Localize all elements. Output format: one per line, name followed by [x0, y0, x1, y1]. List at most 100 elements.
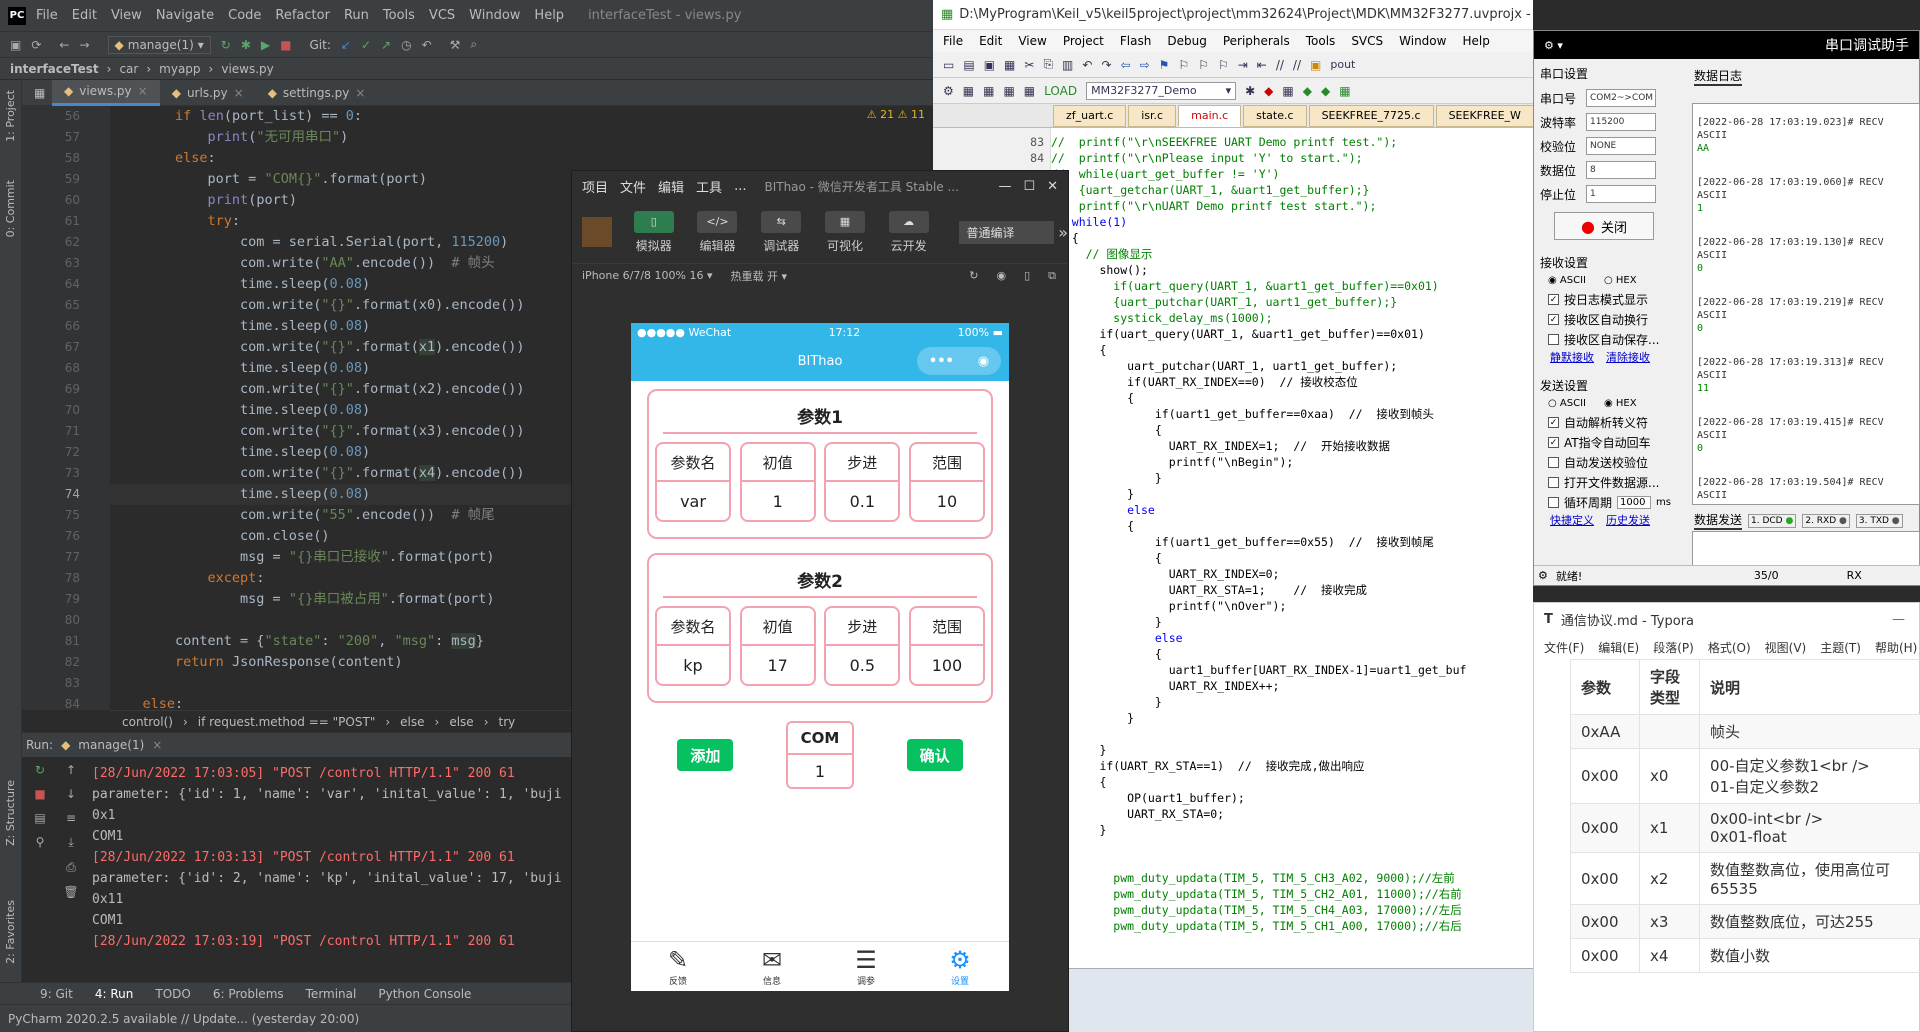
- menu-window[interactable]: Window: [1399, 34, 1446, 48]
- tab-info[interactable]: ✉ 信息: [725, 946, 819, 987]
- auto-checksum-checkbox[interactable]: 自动发送校验位: [1548, 452, 1688, 472]
- send-ascii-radio[interactable]: ○ ASCII: [1548, 398, 1586, 409]
- crumb-item[interactable]: else: [449, 715, 473, 729]
- menu-file[interactable]: File: [943, 34, 963, 48]
- tool-todo[interactable]: TODO: [155, 987, 190, 1001]
- tool-git[interactable]: 9: Git: [40, 987, 73, 1001]
- auto-wrap-checkbox[interactable]: ✓ 接收区自动换行: [1548, 309, 1688, 329]
- close-icon[interactable]: ×: [234, 86, 244, 100]
- run-config-select[interactable]: ◆ manage(1) ▾: [107, 35, 211, 54]
- menu-project[interactable]: 项目: [582, 177, 608, 196]
- status-text[interactable]: PyCharm 2020.2.5 available // Update... …: [8, 1012, 359, 1026]
- send-history-link[interactable]: 历史发送: [1606, 512, 1650, 528]
- menu-view[interactable]: 视图(V): [1765, 639, 1807, 656]
- breadcrumb-myapp[interactable]: myapp: [159, 62, 200, 76]
- menu-file[interactable]: File: [36, 8, 58, 23]
- param-cell-initial[interactable]: 初值 17: [739, 606, 816, 686]
- avatar[interactable]: [582, 217, 612, 247]
- escape-checkbox[interactable]: ✓ 自动解析转义符: [1548, 412, 1688, 432]
- record-icon[interactable]: ◉: [996, 269, 1006, 282]
- search-icon[interactable]: ⌕: [470, 37, 477, 52]
- indent-icon[interactable]: ⇥: [1238, 58, 1248, 72]
- menu-tools[interactable]: Tools: [383, 8, 415, 23]
- menu-file[interactable]: 文件: [620, 177, 646, 196]
- close-icon[interactable]: ✕: [1047, 179, 1058, 194]
- find-in-files-icon[interactable]: ▣: [1310, 58, 1321, 72]
- tool-problems[interactable]: 6: Problems: [213, 987, 284, 1001]
- param-cell-name[interactable]: 参数名 var: [655, 442, 731, 522]
- back-icon[interactable]: ←: [59, 38, 69, 52]
- more-icon[interactable]: »: [1058, 223, 1068, 242]
- crumb-item[interactable]: else: [400, 715, 424, 729]
- editor-button[interactable]: </> 编辑器: [688, 210, 748, 254]
- menu-paragraph[interactable]: 段落(P): [1653, 639, 1694, 656]
- clear-recv-link[interactable]: 清除接收: [1606, 349, 1650, 365]
- debug-icon[interactable]: ✱: [241, 38, 251, 52]
- git-history-icon[interactable]: ◷: [401, 38, 411, 52]
- minimize-icon[interactable]: —: [1892, 612, 1905, 627]
- recv-ascii-radio[interactable]: ◉ ASCII: [1548, 275, 1586, 286]
- menu-refactor[interactable]: Refactor: [275, 8, 330, 23]
- menu-more[interactable]: ...: [734, 179, 746, 194]
- close-icon[interactable]: ×: [152, 738, 162, 752]
- build-icon[interactable]: ▦: [963, 84, 974, 98]
- minimize-icon[interactable]: —: [998, 179, 1011, 194]
- pack-installer-icon[interactable]: ▦: [1282, 84, 1293, 98]
- git-push-icon[interactable]: ↗: [381, 38, 391, 52]
- down-arrow-icon[interactable]: ↓: [66, 787, 76, 801]
- device-select[interactable]: iPhone 6/7/8 100% 16 ▾: [582, 269, 713, 282]
- git-commit-icon[interactable]: ✓: [361, 38, 371, 52]
- rotate-icon[interactable]: ↻: [969, 269, 978, 282]
- com-cell[interactable]: COM 1: [785, 721, 854, 789]
- batch-build-icon[interactable]: ▦: [1003, 84, 1014, 98]
- menu-svcs[interactable]: SVCS: [1351, 34, 1383, 48]
- popout-icon[interactable]: ⧉: [1048, 269, 1056, 283]
- run-tab[interactable]: manage(1): [78, 738, 144, 752]
- maximize-icon[interactable]: ☐: [1023, 179, 1035, 194]
- new-file-icon[interactable]: ▭: [943, 58, 954, 72]
- bookmark-next-icon[interactable]: ⚐: [1198, 58, 1209, 72]
- print-icon[interactable]: ⎙: [66, 860, 76, 875]
- compile-select[interactable]: 普通编译: [958, 220, 1055, 244]
- side-project[interactable]: 1: Project: [4, 90, 17, 142]
- menu-code[interactable]: Code: [228, 8, 261, 23]
- inspection-warnings[interactable]: ⚠ 21 ⚠ 11: [867, 108, 925, 121]
- manage-run-env-icon[interactable]: ◆: [1321, 84, 1330, 98]
- nav-forward-icon[interactable]: ⇨: [1140, 58, 1150, 72]
- stop-build-icon[interactable]: ▦: [1024, 84, 1035, 98]
- param-cell-name[interactable]: 参数名 kp: [655, 606, 731, 686]
- close-port-button[interactable]: ● 关闭: [1554, 212, 1654, 240]
- menu-help[interactable]: Help: [1462, 34, 1489, 48]
- capsule-button[interactable]: ••• ◉: [917, 347, 1001, 375]
- port-select[interactable]: COM2~>COM: [1586, 89, 1656, 107]
- crumb-item[interactable]: control(): [122, 715, 173, 729]
- save-all-icon[interactable]: ▦: [1004, 58, 1015, 72]
- find-input[interactable]: pout: [1330, 58, 1400, 71]
- serial-menu-icon[interactable]: ⚙ ▾: [1544, 39, 1563, 52]
- param-cell-range[interactable]: 范围 10: [908, 442, 985, 522]
- menu-edit[interactable]: Edit: [979, 34, 1002, 48]
- bookmark-icon[interactable]: ⚑: [1159, 58, 1170, 72]
- git-update-icon[interactable]: ↙: [341, 38, 351, 52]
- tab-seekfree-w[interactable]: SEEKFREE_W: [1435, 104, 1534, 127]
- tab-zf-uart-c[interactable]: zf_uart.c: [1053, 104, 1127, 127]
- paste-icon[interactable]: ▥: [1062, 58, 1073, 72]
- pack-manager-icon[interactable]: ▦: [1339, 84, 1350, 98]
- databits-select[interactable]: 8: [1586, 161, 1656, 179]
- tab-feedback[interactable]: ✎ 反馈: [631, 946, 725, 987]
- breadcrumb-project[interactable]: interfaceTest: [10, 62, 99, 76]
- tab-tuning[interactable]: ☰ 调参: [819, 946, 913, 987]
- menu-help[interactable]: 帮助(H): [1875, 639, 1917, 656]
- send-hex-radio[interactable]: ◉ HEX: [1604, 398, 1637, 409]
- param-cell-step[interactable]: 步进 0.1: [824, 442, 901, 522]
- debugger-button[interactable]: ⇆ 调试器: [751, 210, 811, 254]
- tool-python-console[interactable]: Python Console: [378, 987, 471, 1001]
- uncomment-icon[interactable]: //: [1293, 58, 1301, 72]
- rebuild-icon[interactable]: ▦: [983, 84, 994, 98]
- breadcrumb-file[interactable]: views.py: [221, 62, 273, 76]
- menu-help[interactable]: Help: [534, 8, 564, 23]
- stop-icon[interactable]: ■: [280, 38, 291, 52]
- menu-vcs[interactable]: VCS: [429, 8, 455, 23]
- menu-window[interactable]: Window: [469, 8, 520, 23]
- tab-main-c[interactable]: main.c: [1178, 104, 1242, 127]
